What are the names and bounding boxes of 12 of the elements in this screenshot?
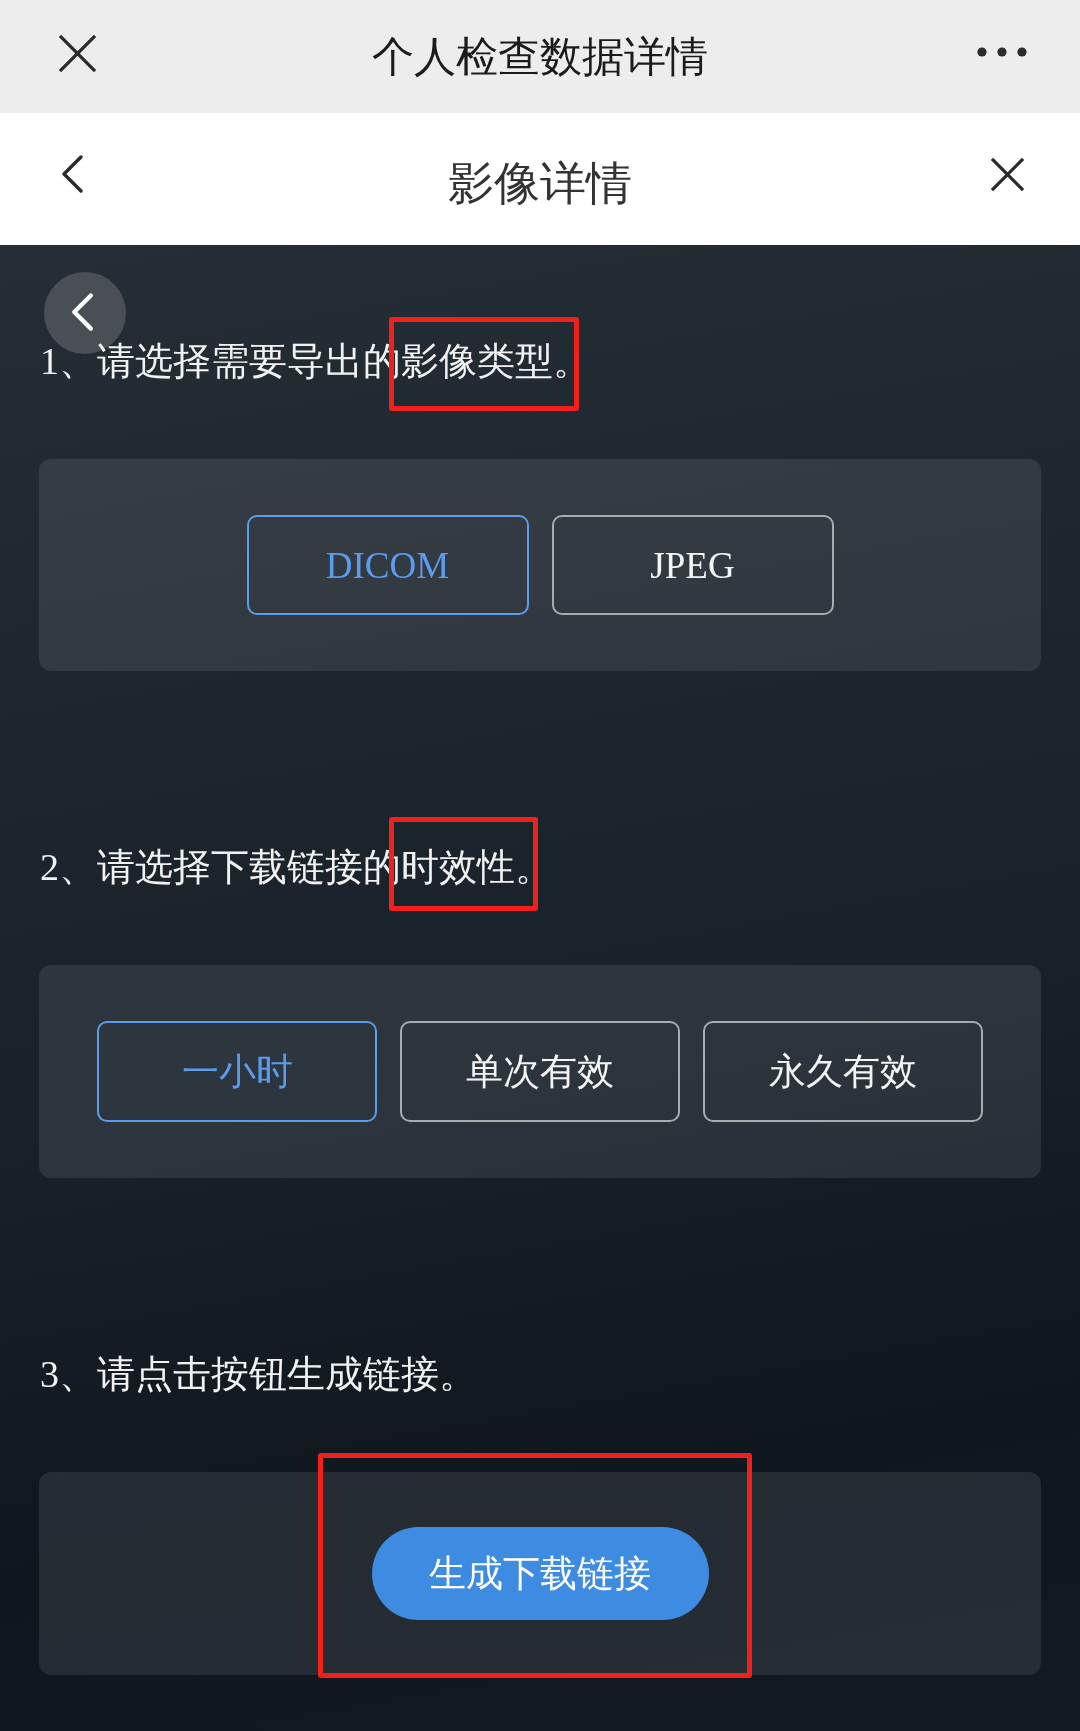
option-button[interactable]: 单次有效 <box>400 1021 680 1122</box>
close-icon[interactable] <box>58 34 97 73</box>
option-button[interactable]: 一小时 <box>97 1021 377 1122</box>
option-button[interactable]: 永久有效 <box>703 1021 983 1122</box>
option-button[interactable]: JPEG <box>551 515 834 615</box>
step-instruction: 3、请点击按钮生成链接。 <box>40 1352 477 1397</box>
close-icon[interactable] <box>990 157 1025 192</box>
back-icon[interactable] <box>61 155 83 193</box>
more-icon[interactable] <box>977 47 1027 57</box>
screen-title: 影像详情 <box>448 155 632 212</box>
page-title: 个人检查数据详情 <box>372 30 708 83</box>
option-button[interactable]: DICOM <box>246 515 529 615</box>
